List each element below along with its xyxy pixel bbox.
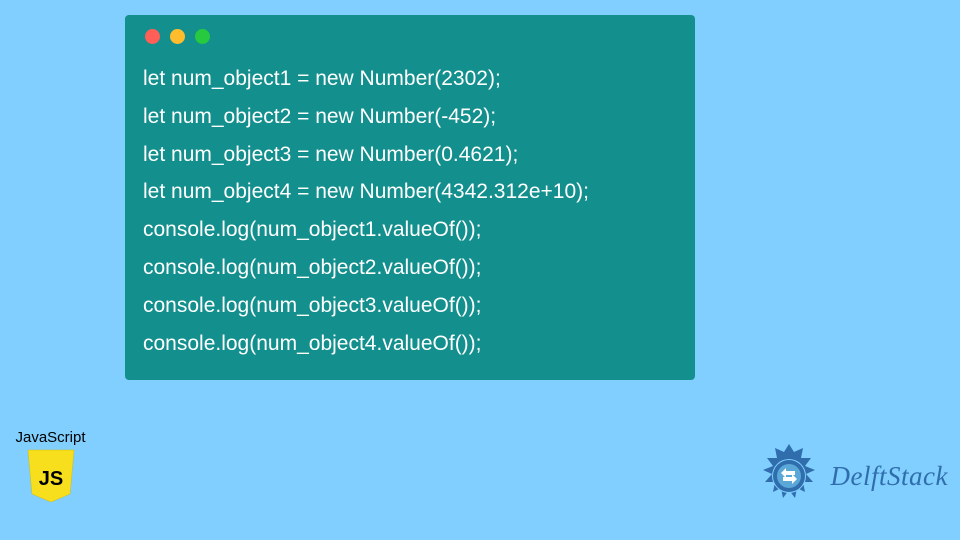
close-icon <box>145 29 160 44</box>
maximize-icon <box>195 29 210 44</box>
javascript-label: JavaScript <box>8 429 93 446</box>
minimize-icon <box>170 29 185 44</box>
delftstack-logo-icon <box>753 440 825 512</box>
code-block: let num_object1 = new Number(2302); let … <box>143 60 677 362</box>
code-window: let num_object1 = new Number(2302); let … <box>125 15 695 380</box>
delftstack-name: DelftStack <box>831 461 948 492</box>
delftstack-brand: DelftStack <box>753 440 948 512</box>
javascript-badge: JavaScript JS <box>8 429 93 504</box>
window-dots <box>145 29 677 44</box>
js-icon-text: JS <box>38 468 62 490</box>
javascript-icon: JS <box>26 448 76 504</box>
